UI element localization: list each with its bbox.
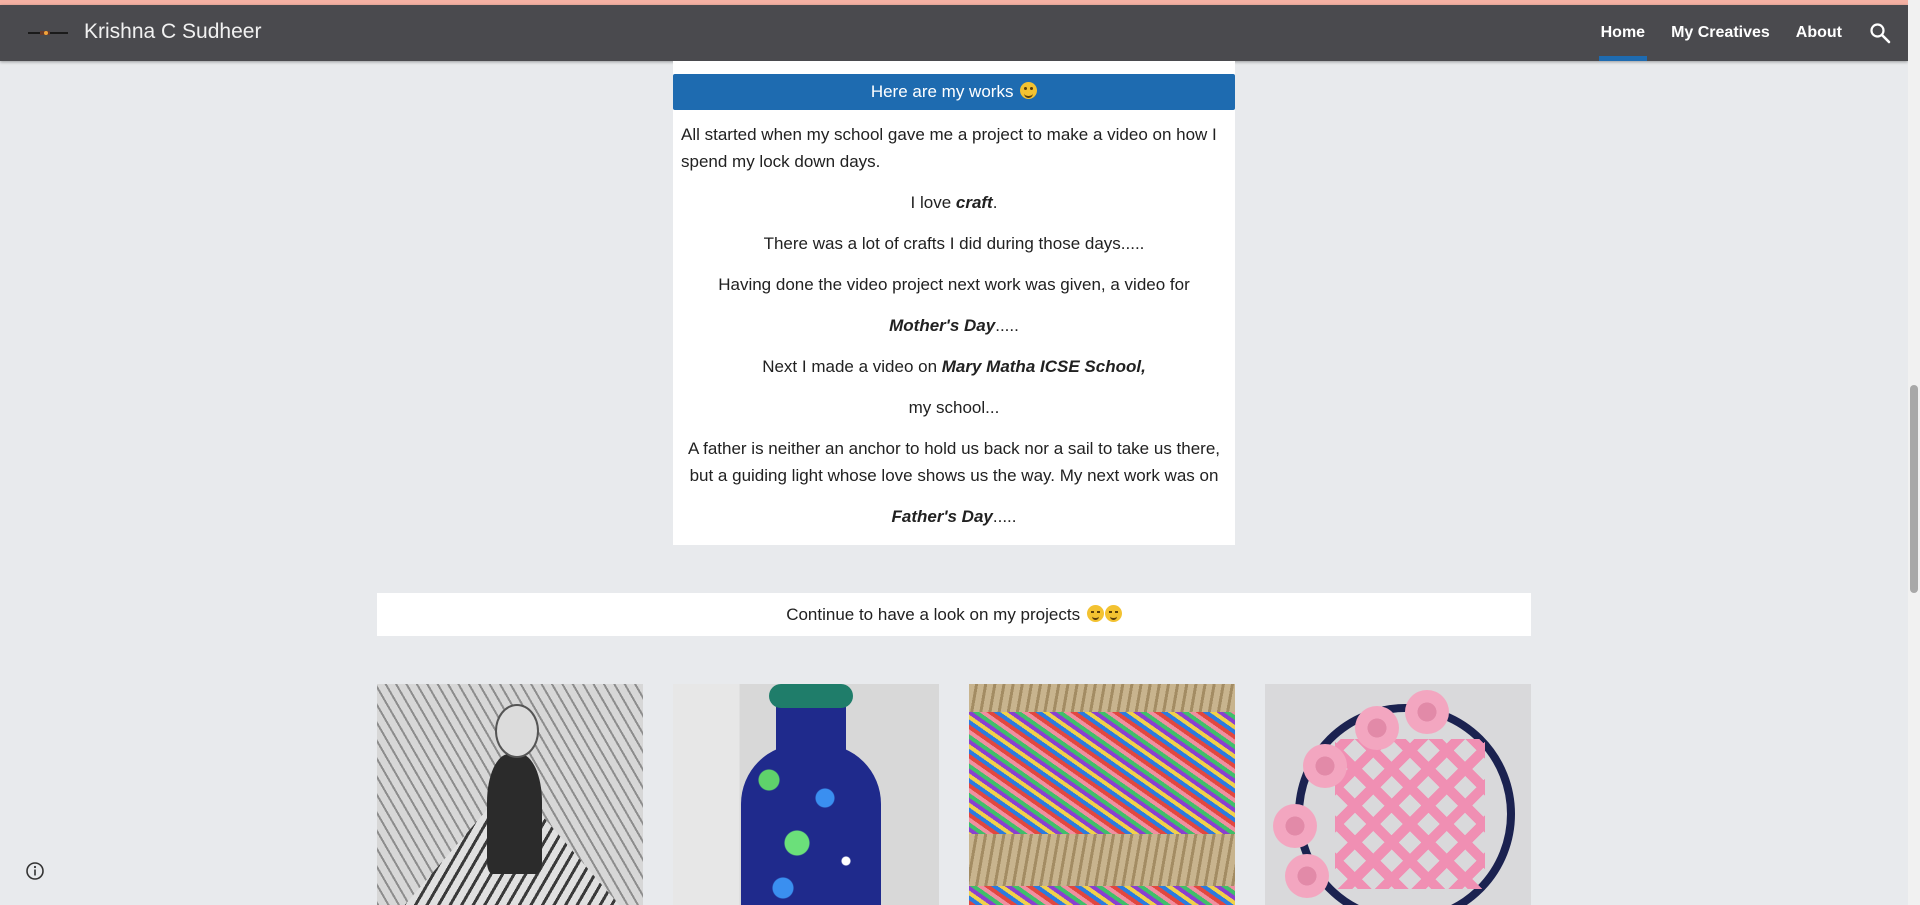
rope-band-top [969,684,1235,712]
works-banner: Here are my works [673,74,1235,110]
bottle-cap-shape [769,684,853,708]
flower-shape [1405,690,1449,734]
paper-flower-frame-image[interactable] [1265,684,1531,905]
my-school-line: my school... [908,398,1000,417]
site-header: Krishna C Sudheer Home My Creatives Abou… [0,5,1908,61]
drawing-figure-shape [487,754,542,874]
flower-shape [1355,706,1399,750]
search-icon[interactable] [1868,21,1892,45]
fathers-day-line: Father's Day..... [681,503,1227,530]
craft-line-pre: I love [910,193,956,212]
bottle-body-shape [741,744,881,905]
continue-text: Continue to have a look on my projects [786,605,1081,624]
drawing-artwork-image[interactable] [377,684,643,905]
school-video-pre: Next I made a video on [762,357,942,376]
painted-bottle-image[interactable] [673,684,939,905]
nav-about[interactable]: About [1796,5,1842,61]
winking-emoji-icon [1104,605,1122,622]
nav-home[interactable]: Home [1598,5,1648,61]
school-video-line: Next I made a video on Mary Matha ICSE S… [681,353,1227,380]
smiling-emoji-icon [1086,605,1104,622]
project-gallery [377,684,1531,905]
scrollbar-thumb[interactable] [1910,385,1918,593]
works-section: Here are my works All started when my sc… [673,61,1235,545]
mothers-day-dots: ..... [995,316,1019,335]
info-icon[interactable] [24,860,46,882]
drawing-head-shape [495,704,539,758]
flower-shape [1285,854,1329,898]
craft-emphasis: craft [955,193,993,212]
site-title[interactable]: Krishna C Sudheer [84,20,261,44]
top-nav: Home My Creatives About [1598,5,1908,61]
frame-lattice-shape [1335,739,1485,889]
craft-line-post: . [992,193,998,212]
rope-band-middle [969,834,1235,886]
craft-line: I love craft. [681,189,1227,216]
rice-rope-craft-image[interactable] [969,684,1235,905]
crafts-line: There was a lot of crafts I did during t… [763,234,1145,253]
video-project-line: Having done the video project next work … [718,275,1190,294]
continue-banner: Continue to have a look on my projects [377,593,1531,636]
grinning-emoji-icon [1020,82,1038,99]
father-quote-paragraph: A father is neither an anchor to hold us… [687,439,1221,485]
intro-paragraph: All started when my school gave me a pro… [681,125,1217,171]
site-logo[interactable] [28,23,68,43]
scrollbar[interactable] [1908,0,1920,905]
flower-shape [1273,804,1317,848]
school-name-emphasis: Mary Matha ICSE School, [941,357,1146,376]
nav-my-creatives[interactable]: My Creatives [1671,5,1770,61]
mothers-day-emphasis: Mother's Day [889,316,996,335]
fathers-day-dots: ..... [992,507,1017,526]
fathers-day-emphasis: Father's Day [891,507,993,526]
works-banner-text: Here are my works [870,82,1014,101]
mothers-day-line: Mother's Day..... [681,312,1227,339]
flower-shape [1303,744,1347,788]
